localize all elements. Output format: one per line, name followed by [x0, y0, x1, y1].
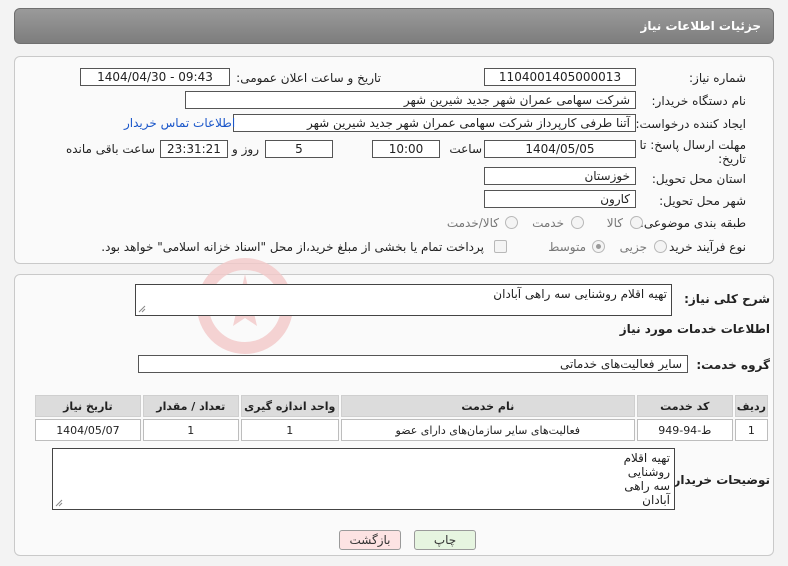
page-header: جزئیات اطلاعات نیاز [14, 8, 774, 44]
cell-row-number: 1 [734, 419, 768, 441]
city-label: شهر محل تحویل: [659, 194, 746, 208]
deadline-label-date: تاریخ: [718, 152, 746, 166]
table-row[interactable]: 1 ط-94-949 فعالیت‌های سایر سازمان‌های دا… [35, 419, 768, 441]
service-group-label: گروه خدمت: [696, 358, 770, 372]
category-radio-service[interactable] [571, 216, 584, 229]
page-title: جزئیات اطلاعات نیاز [640, 19, 761, 33]
process-option-medium: متوسط [548, 240, 586, 254]
category-radio-both[interactable] [505, 216, 518, 229]
back-button[interactable]: بازگشت [339, 530, 401, 550]
services-table: ردیف کد خدمت نام خدمت واحد اندازه گیری ت… [33, 393, 770, 443]
col-service-name: نام خدمت [340, 395, 635, 417]
deadline-time-label: ساعت [449, 142, 482, 156]
announce-date-field[interactable]: 1404/04/30 - 09:43 [80, 68, 230, 86]
treasury-payment-checkbox[interactable] [494, 240, 507, 253]
creator-label: ایجاد کننده درخواست: [635, 117, 746, 131]
process-option-minor: جزیی [619, 240, 647, 254]
province-label: استان محل تحویل: [651, 172, 746, 186]
category-option-service: خدمت [532, 216, 564, 230]
province-field[interactable]: خوزستان [484, 167, 636, 185]
process-radio-minor[interactable] [654, 240, 667, 253]
days-remaining-field[interactable]: 5 [265, 140, 333, 158]
buyer-notes-line: تهیه اقلام [623, 451, 670, 465]
buyer-notes-line: آبادان [642, 493, 670, 507]
days-label: روز و [232, 142, 259, 156]
buyer-contact-link[interactable]: اطلاعات تماس خریدار [124, 116, 235, 130]
resize-grip-icon[interactable] [138, 305, 146, 313]
need-number-field[interactable]: 1104001405000013 [484, 68, 636, 86]
city-field[interactable]: کارون [484, 190, 636, 208]
service-group-field[interactable]: سایر فعالیت‌های خدماتی [138, 355, 688, 373]
category-option-both: کالا/خدمت [446, 216, 499, 230]
buyer-notes-line: سه راهی [624, 479, 670, 493]
col-unit: واحد اندازه گیری [240, 395, 339, 417]
deadline-time-field[interactable]: 10:00 [372, 140, 440, 158]
print-button[interactable]: چاپ [414, 530, 476, 550]
cell-quantity: 1 [142, 419, 239, 441]
col-service-code: کد خدمت [636, 395, 733, 417]
table-header-row: ردیف کد خدمت نام خدمت واحد اندازه گیری ت… [35, 395, 768, 417]
announce-date-label: تاریخ و ساعت اعلان عمومی: [236, 71, 381, 85]
time-remaining-field[interactable]: 23:31:21 [160, 140, 228, 158]
creator-field[interactable]: آتنا طرفی کارپرداز شرکت سهامی عمران شهر … [233, 114, 636, 132]
cell-service-code: ط-94-949 [636, 419, 733, 441]
category-option-goods: کالا [606, 216, 623, 230]
process-type-label: نوع فرآیند خرید : [661, 240, 746, 254]
category-label: طبقه بندی موضوعی: [639, 216, 746, 230]
cell-need-date: 1404/05/07 [35, 419, 141, 441]
deadline-label: مهلت ارسال پاسخ: تا [639, 138, 746, 152]
deadline-date-field[interactable]: 1404/05/05 [484, 140, 636, 158]
col-row-number: ردیف [734, 395, 768, 417]
buyer-notes-label: توضیحات خریدار: [668, 473, 770, 487]
category-radio-goods[interactable] [630, 216, 643, 229]
need-summary-label: شرح کلی نیاز: [684, 292, 770, 306]
need-info-panel [14, 56, 774, 264]
need-summary-textarea[interactable]: تهیه اقلام روشنایی سه راهی آبادان [135, 284, 672, 316]
cell-unit: 1 [240, 419, 339, 441]
services-section-title: اطلاعات خدمات مورد نیاز [619, 322, 770, 336]
process-radio-medium[interactable] [592, 240, 605, 253]
time-remaining-label: ساعت باقی مانده [65, 142, 155, 156]
col-need-date: تاریخ نیاز [35, 395, 141, 417]
buyer-notes-textarea[interactable]: تهیه اقلام روشنایی سه راهی آبادان [52, 448, 675, 510]
need-summary-text: تهیه اقلام روشنایی سه راهی آبادان [493, 287, 667, 301]
treasury-payment-note: پرداخت تمام یا بخشی از مبلغ خرید،از محل … [101, 240, 484, 254]
cell-service-name: فعالیت‌های سایر سازمان‌های دارای عضو [340, 419, 635, 441]
col-quantity: تعداد / مقدار [142, 395, 239, 417]
buyer-org-label: نام دستگاه خریدار: [651, 94, 747, 108]
need-number-label: شماره نیاز: [689, 71, 746, 85]
buyer-org-field[interactable]: شرکت سهامی عمران شهر جدید شیرین شهر [185, 91, 636, 109]
resize-grip-icon[interactable] [55, 499, 63, 507]
buyer-notes-line: روشنایی [627, 465, 670, 479]
